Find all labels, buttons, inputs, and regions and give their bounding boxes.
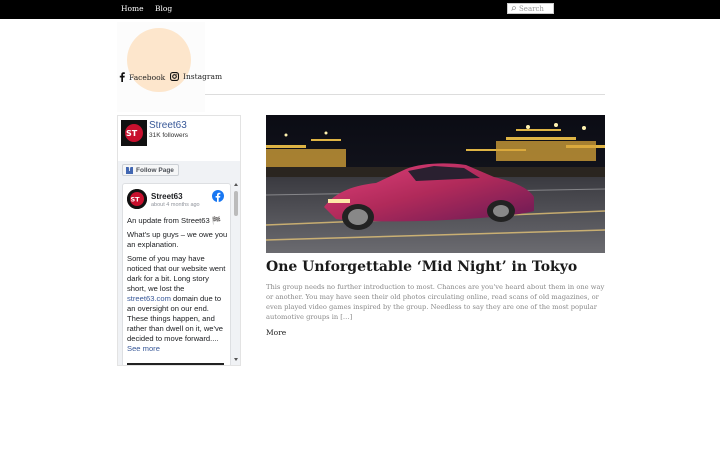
article-hero-image[interactable] — [266, 115, 605, 253]
follow-page-label: Follow Page — [136, 166, 174, 174]
search-icon — [511, 6, 516, 11]
facebook-logo-icon[interactable] — [212, 190, 224, 202]
page-name-link[interactable]: Street63 — [149, 120, 187, 131]
search-box[interactable] — [507, 3, 554, 14]
instagram-link[interactable]: Instagram — [170, 72, 222, 81]
post-paragraph: Some of you may have noticed that our we… — [127, 254, 228, 354]
facebook-label: Facebook — [129, 72, 166, 82]
post-author-avatar[interactable]: ST — [127, 189, 147, 209]
post-image-preview[interactable] — [127, 363, 224, 365]
facebook-square-icon: f — [126, 166, 133, 174]
site-logo[interactable] — [117, 22, 205, 112]
facebook-link[interactable]: Facebook — [119, 72, 165, 82]
facebook-icon — [119, 72, 125, 82]
article-title-link[interactable]: One Unforgettable ‘Mid Night’ in Tokyo — [266, 259, 577, 275]
scroll-thumb[interactable] — [234, 191, 238, 216]
follow-page-button[interactable]: f Follow Page — [122, 164, 179, 176]
article-excerpt: This group needs no further introduction… — [266, 283, 605, 321]
svg-text:ST: ST — [131, 196, 141, 204]
instagram-label: Instagram — [183, 72, 223, 81]
facebook-page-widget: ST Street63 31K followers f Follow Page … — [117, 115, 241, 366]
logo-sun-graphic — [127, 28, 191, 92]
svg-text:ST: ST — [126, 129, 138, 138]
facebook-post: ST Street63 about 4 months ago An update… — [122, 183, 231, 365]
post-text: An update from Street63 🏁 What's up guys… — [127, 216, 228, 358]
post-author-name[interactable]: Street63 — [151, 192, 183, 201]
page-avatar[interactable]: ST — [121, 120, 147, 146]
followers-count: 31K followers — [149, 132, 189, 139]
nav-blog-link[interactable]: Blog — [155, 4, 172, 13]
scroll-down-arrow-icon[interactable] — [234, 358, 238, 361]
top-nav-bar: Home Blog — [0, 0, 720, 19]
post-scrollbar[interactable] — [233, 183, 239, 365]
post-paragraph: An update from Street63 🏁 — [127, 216, 222, 225]
post-timestamp[interactable]: about 4 months ago — [151, 202, 200, 208]
nav-home-link[interactable]: Home — [121, 4, 144, 13]
header-divider — [205, 94, 605, 95]
search-input[interactable] — [519, 4, 553, 13]
street63-domain-link[interactable]: street63.com — [127, 294, 171, 303]
scroll-up-arrow-icon[interactable] — [234, 183, 238, 186]
post-text-span: Some of you may have noticed that our we… — [127, 254, 226, 293]
read-more-link[interactable]: More — [266, 328, 286, 337]
instagram-icon — [170, 72, 179, 81]
post-paragraph: What's up guys – we owe you an explanati… — [127, 230, 228, 249]
see-more-link[interactable]: See more — [127, 344, 160, 353]
